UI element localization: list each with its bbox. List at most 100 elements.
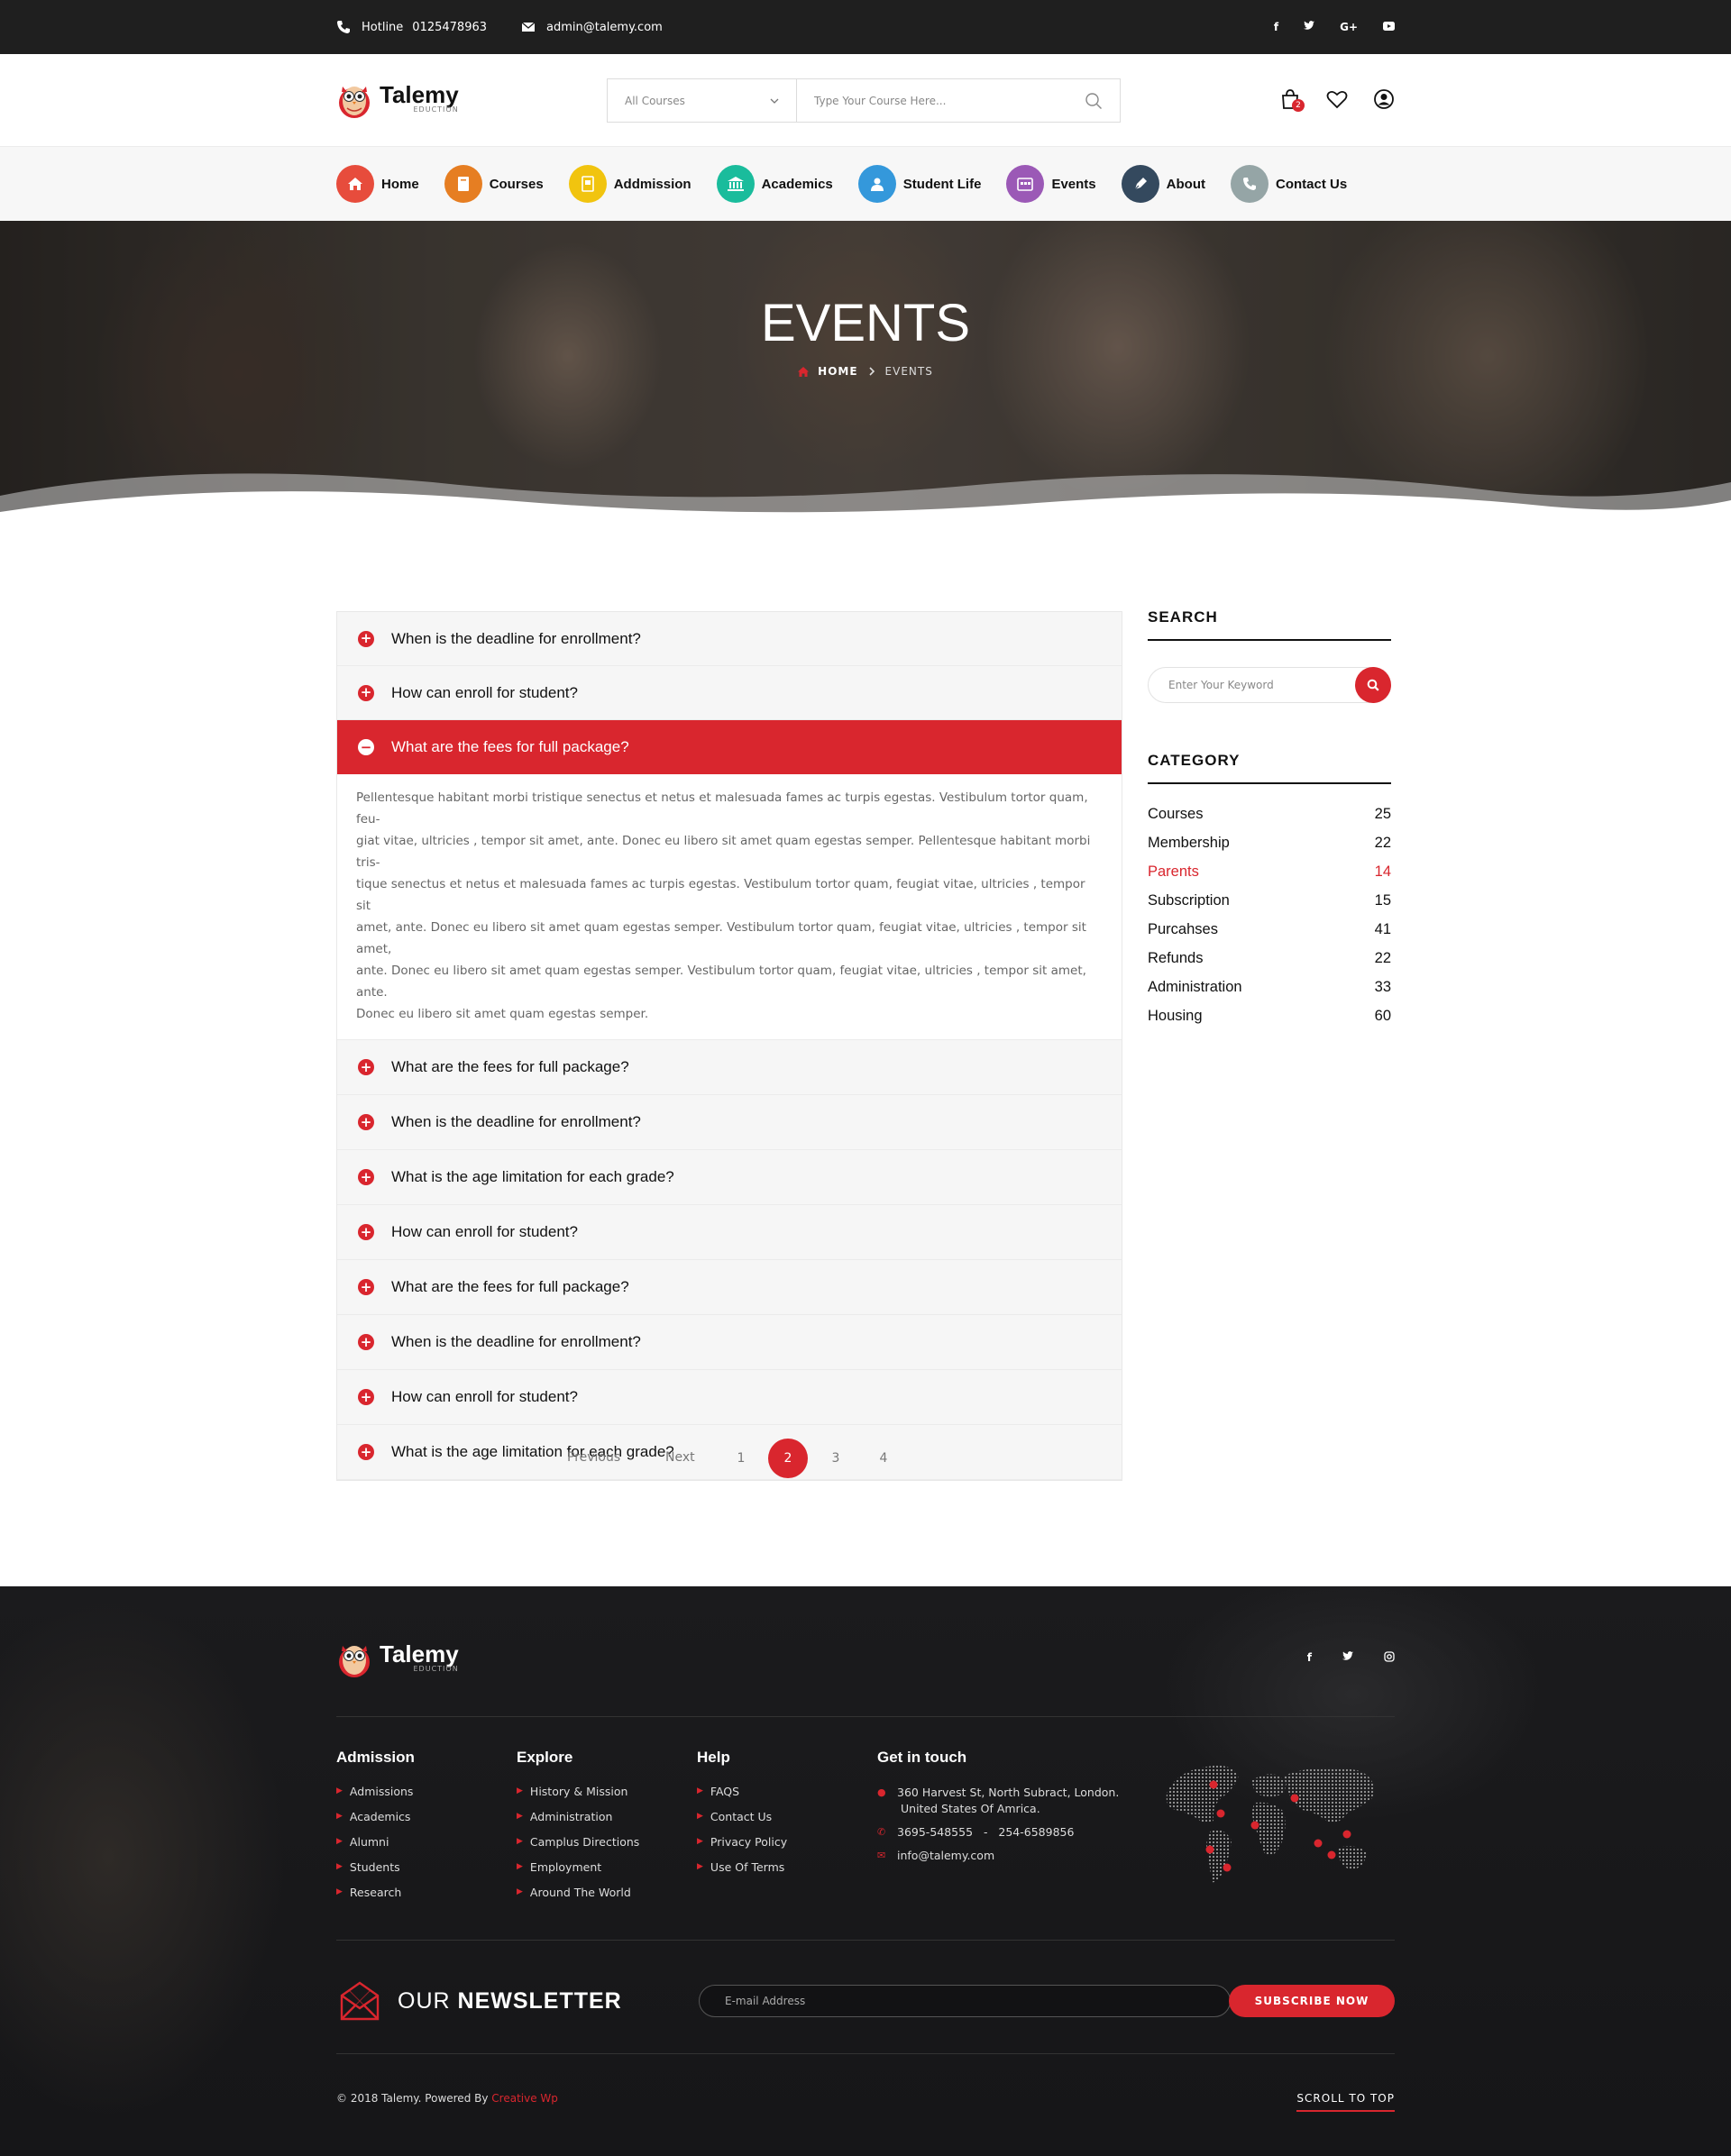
user-circle-icon xyxy=(1374,89,1394,109)
brand-logo[interactable]: Talemy EDUCTION xyxy=(336,79,459,119)
footer-phone[interactable]: ✆ 3695-548555 - 254-6589856 xyxy=(877,1824,1119,1841)
footer-address: ● 360 Harvest St, North Subract, London.… xyxy=(877,1785,1119,1817)
faq-answer-line: Donec eu libero sit amet quam egestas se… xyxy=(356,1007,649,1021)
category-item[interactable]: Housing 60 xyxy=(1148,1008,1391,1037)
wishlist-button[interactable] xyxy=(1326,88,1348,110)
sidebar-search-input[interactable]: Enter Your Keyword xyxy=(1148,667,1391,703)
breadcrumb-home[interactable]: HOME xyxy=(818,365,857,378)
plus-icon: + xyxy=(358,684,374,701)
copyright: © 2018 Talemy. Powered By Creative Wp xyxy=(336,2092,558,2105)
facebook-icon[interactable]: f xyxy=(1307,1651,1312,1665)
footer-link[interactable]: ▶ Admissions xyxy=(336,1785,415,1810)
youtube-icon[interactable] xyxy=(1383,21,1395,33)
footer-link[interactable]: ▶ Contact Us xyxy=(697,1810,787,1835)
nav-item-courses[interactable]: Courses xyxy=(444,165,544,203)
course-category-select[interactable]: All Courses xyxy=(608,79,797,122)
category-item[interactable]: Refunds 22 xyxy=(1148,950,1391,979)
footer-link[interactable]: ▶ Employment xyxy=(517,1860,639,1886)
footer-link[interactable]: ▶ Camplus Directions xyxy=(517,1835,639,1860)
account-button[interactable] xyxy=(1373,88,1395,110)
category-name: Purcahses xyxy=(1148,921,1218,937)
nav-item-about[interactable]: About xyxy=(1121,165,1205,203)
faq-item[interactable]: + How can enroll for student? xyxy=(337,666,1122,720)
nav-label-events: Events xyxy=(1051,176,1096,192)
newsletter-title-light: OUR xyxy=(398,1987,451,2014)
nav-item-events[interactable]: Events xyxy=(1006,165,1096,203)
footer-link[interactable]: ▶ Privacy Policy xyxy=(697,1835,787,1860)
pagination-page[interactable]: 1 xyxy=(721,1439,761,1478)
scroll-to-top-link[interactable]: SCROLL TO TOP xyxy=(1296,2092,1395,2112)
footer-link[interactable]: ▶ Use Of Terms xyxy=(697,1860,787,1886)
faq-item[interactable]: + How can enroll for student? xyxy=(337,1205,1122,1260)
faq-item-active[interactable]: − What are the fees for full package? xyxy=(337,720,1122,774)
powered-by-link[interactable]: Creative Wp xyxy=(491,2092,558,2105)
plus-icon: + xyxy=(358,1444,374,1460)
pagination-page[interactable]: 3 xyxy=(816,1439,856,1478)
hotline[interactable]: Hotline 0125478963 xyxy=(336,20,487,34)
pen-icon xyxy=(1121,165,1159,203)
nav-item-home[interactable]: Home xyxy=(336,165,419,203)
facebook-icon[interactable]: f xyxy=(1274,21,1278,33)
footer-link[interactable]: ▶ Administration xyxy=(517,1810,639,1835)
search-icon[interactable] xyxy=(1085,92,1103,110)
nav-item-academics[interactable]: Academics xyxy=(716,165,833,203)
footer-link[interactable]: ▶ Alumni xyxy=(336,1835,415,1860)
twitter-icon[interactable] xyxy=(1342,1651,1353,1665)
footer-link[interactable]: ▶ Academics xyxy=(336,1810,415,1835)
faq-item[interactable]: + When is the deadline for enrollment? xyxy=(337,1315,1122,1370)
google-plus-icon[interactable]: G+ xyxy=(1340,21,1358,33)
subscribe-button[interactable]: SUBSCRIBE NOW xyxy=(1229,1985,1395,2017)
footer-logo[interactable]: Talemy EDUCTION xyxy=(336,1639,459,1678)
footer-email[interactable]: ✉ info@talemy.com xyxy=(877,1848,1119,1864)
pagination-previous[interactable]: Previous xyxy=(567,1450,620,1465)
faq-item[interactable]: + What are the fees for full package? xyxy=(337,1040,1122,1095)
sidebar-search-button[interactable] xyxy=(1355,667,1391,703)
map-marker-icon: ● xyxy=(877,1786,886,1798)
newsletter-email-input[interactable]: E-mail Address xyxy=(699,1985,1231,2017)
footer-link[interactable]: ▶ Around The World xyxy=(517,1886,639,1911)
footer-link-label: Academics xyxy=(349,1810,411,1823)
faq-item[interactable]: + How can enroll for student? xyxy=(337,1370,1122,1425)
pagination-page-current[interactable]: 2 xyxy=(768,1439,808,1478)
footer-link[interactable]: ▶ Research xyxy=(336,1886,415,1911)
footer-col-help: Help ▶ FAQS ▶ Contact Us ▶ Privacy Policy ▶… xyxy=(697,1749,787,1886)
category-item[interactable]: Courses 25 xyxy=(1148,806,1391,835)
world-map xyxy=(1166,1765,1374,1883)
category-item[interactable]: Membership 22 xyxy=(1148,835,1391,863)
admission-icon xyxy=(568,165,607,203)
faq-answer-line: amet, ante. Donec eu libero sit amet qua… xyxy=(356,920,1086,956)
plus-icon: + xyxy=(358,1114,374,1130)
faq-answer-line: giat vitae, ultricies , tempor sit amet,… xyxy=(356,834,1091,870)
category-item[interactable]: Administration 33 xyxy=(1148,979,1391,1008)
footer-link[interactable]: ▶ FAQS xyxy=(697,1785,787,1810)
footer-col-admission: Admission ▶ Admissions ▶ Academics ▶ Alumni… xyxy=(336,1749,415,1911)
footer-link-label: Admissions xyxy=(349,1785,414,1798)
faq-item[interactable]: + What is the age limitation for each gr… xyxy=(337,1150,1122,1205)
twitter-icon[interactable] xyxy=(1304,21,1315,33)
newsletter-email-placeholder: E-mail Address xyxy=(725,1995,806,2007)
topbar-email[interactable]: admin@talemy.com xyxy=(521,20,663,34)
pagination-page[interactable]: 4 xyxy=(864,1439,903,1478)
nav-item-student-life[interactable]: Student Life xyxy=(857,165,981,203)
nav-item-admission[interactable]: Addmission xyxy=(568,165,691,203)
faq-item[interactable]: + When is the deadline for enrollment? xyxy=(337,1095,1122,1150)
instagram-icon[interactable] xyxy=(1384,1651,1395,1665)
category-item[interactable]: Purcahses 41 xyxy=(1148,921,1391,950)
category-item-active[interactable]: Parents 14 xyxy=(1148,863,1391,892)
pagination-next[interactable]: Next xyxy=(665,1450,695,1465)
nav-item-contact[interactable]: Contact Us xyxy=(1230,165,1347,203)
footer-brand-name: Talemy xyxy=(380,1640,459,1667)
nav-label-academics: Academics xyxy=(761,176,833,192)
faq-item[interactable]: + What are the fees for full package? xyxy=(337,1260,1122,1315)
minus-icon: − xyxy=(358,739,374,755)
footer-link[interactable]: ▶ Students xyxy=(336,1860,415,1886)
footer-link[interactable]: ▶ History & Mission xyxy=(517,1785,639,1810)
breadcrumb: HOME EVENTS xyxy=(0,365,1731,378)
footer-col-title: Admission xyxy=(336,1749,415,1766)
course-search-input[interactable]: Type Your Course Here... xyxy=(797,79,1120,122)
category-item[interactable]: Subscription 15 xyxy=(1148,892,1391,921)
faq-item[interactable]: + When is the deadline for enrollment? xyxy=(337,612,1122,666)
cart-button[interactable]: 2 xyxy=(1279,88,1305,112)
faq-accordion: + When is the deadline for enrollment? +… xyxy=(336,611,1122,1481)
brand-name: Talemy xyxy=(380,81,459,108)
